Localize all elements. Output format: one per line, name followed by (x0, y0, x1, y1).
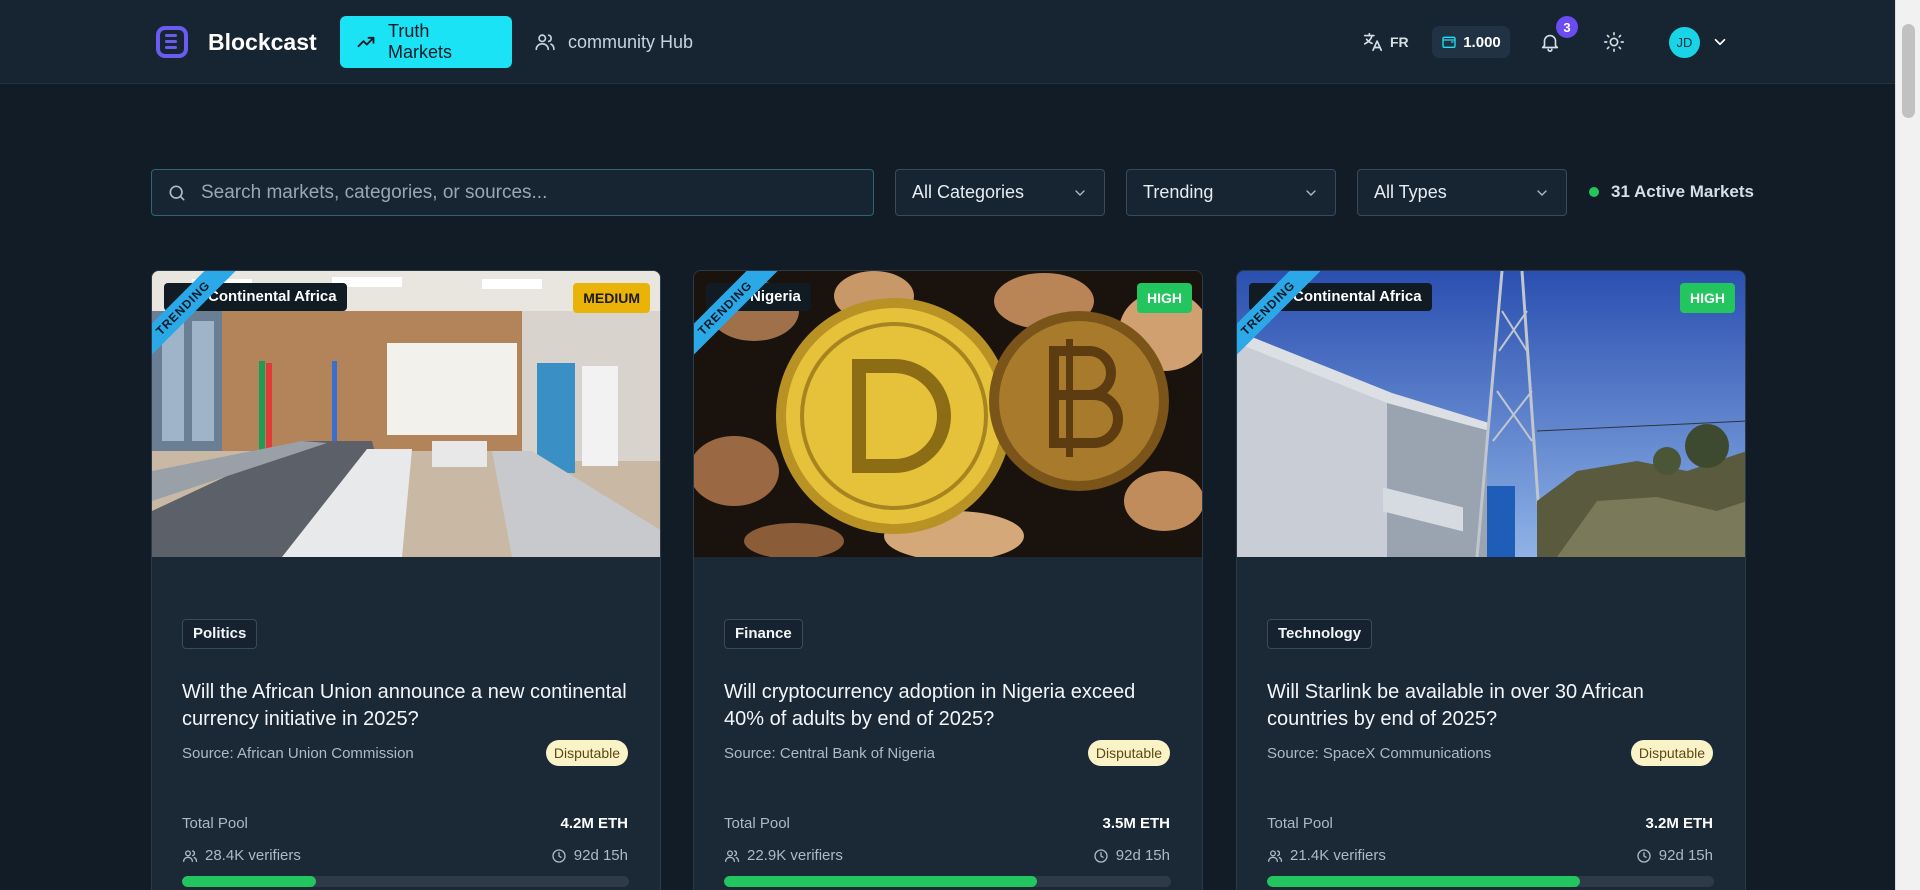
scrollbar-thumb[interactable] (1902, 24, 1915, 118)
clock-icon (1094, 848, 1108, 863)
pool-progress-bar (182, 876, 629, 887)
live-status-dot (1589, 187, 1599, 197)
market-card[interactable]: Nigeria TRENDING HIGH Finance Will crypt… (693, 270, 1203, 890)
clock-icon (1637, 848, 1651, 863)
time-remaining-text: 92d 15h (1658, 847, 1713, 864)
disputable-badge: Disputable (1630, 740, 1713, 766)
market-search-box[interactable] (151, 169, 874, 216)
users-icon (1268, 849, 1283, 862)
blockcast-logo-icon[interactable] (156, 26, 188, 58)
language-label: FR (1390, 34, 1409, 50)
total-pool-label: Total Pool (182, 815, 248, 832)
risk-level-badge: HIGH (1137, 283, 1192, 313)
pool-progress-bar (724, 876, 1171, 887)
market-source: Source: Central Bank of Nigeria (724, 745, 935, 762)
trending-up-icon (357, 36, 375, 48)
total-pool-value: 4.2M ETH (560, 815, 628, 832)
active-markets-count: 31 Active Markets (1611, 182, 1755, 201)
market-search-input[interactable] (201, 181, 873, 204)
pool-progress-fill (1267, 876, 1580, 887)
category-select[interactable]: All Categories (895, 169, 1105, 216)
crypto-coins-photo (694, 271, 1202, 557)
chevron-down-icon (1306, 189, 1316, 196)
pool-progress-fill (182, 876, 317, 887)
users-icon (183, 849, 198, 862)
chevron-down-icon (1537, 189, 1547, 196)
user-menu-dropdown[interactable] (1710, 32, 1730, 52)
chevron-down-icon (1714, 38, 1726, 46)
pool-progress-bar (1267, 876, 1714, 887)
market-image-telecom-tower: Continental Africa TRENDING HIGH (1237, 271, 1745, 557)
disputable-badge: Disputable (1087, 740, 1170, 766)
bell-icon (1541, 34, 1559, 52)
type-select-value: All Types (1374, 182, 1447, 202)
market-question-title[interactable]: Will the African Union announce a new co… (182, 679, 637, 733)
wallet-balance-button[interactable]: 1.000 (1432, 26, 1510, 58)
market-question-title[interactable]: Will cryptocurrency adoption in Nigeria … (724, 679, 1179, 733)
total-pool-label: Total Pool (1267, 815, 1333, 832)
market-image-conference-room: Continental Africa TRENDING MEDIUM (152, 271, 660, 557)
sun-icon (1604, 32, 1624, 52)
users-icon (535, 34, 555, 51)
search-icon (169, 185, 185, 200)
wallet-icon (1442, 36, 1456, 48)
user-avatar[interactable]: JD (1669, 27, 1700, 58)
nav-truth-markets-button[interactable]: Truth Markets (340, 16, 512, 68)
language-switcher[interactable]: FR (1362, 28, 1409, 56)
verifiers-count-text: 21.4K verifiers (1290, 847, 1386, 864)
risk-level-badge: HIGH (1680, 283, 1735, 313)
verifiers-count-text: 28.4K verifiers (205, 847, 301, 864)
nav-truth-markets-label: Truth Markets (388, 21, 453, 62)
telecom-tower-photo (1237, 271, 1745, 557)
category-select-value: All Categories (912, 182, 1025, 202)
disputable-badge: Disputable (545, 740, 628, 766)
market-category-tag[interactable]: Technology (1267, 619, 1373, 649)
total-pool-value: 3.2M ETH (1645, 815, 1713, 832)
time-remaining-text: 92d 15h (573, 847, 628, 864)
sort-select-value: Trending (1143, 182, 1214, 202)
time-remaining: 92d 15h (1093, 847, 1170, 864)
total-pool-label: Total Pool (724, 815, 790, 832)
time-remaining: 92d 15h (551, 847, 628, 864)
translate-icon (1363, 32, 1383, 52)
market-card[interactable]: Continental Africa TRENDING HIGH Technol… (1236, 270, 1746, 890)
market-card[interactable]: Continental Africa TRENDING MEDIUM Polit… (151, 270, 661, 890)
verifiers-count: 28.4K verifiers (182, 847, 301, 864)
users-icon (725, 849, 740, 862)
top-navigation-bar: Blockcast Truth Markets community Hub FR… (0, 0, 1895, 84)
brand-name[interactable]: Blockcast (208, 29, 317, 56)
sort-select[interactable]: Trending (1126, 169, 1336, 216)
market-source: Source: African Union Commission (182, 745, 414, 762)
verifiers-count: 21.4K verifiers (1267, 847, 1386, 864)
wallet-balance-value: 1.000 (1463, 33, 1501, 51)
pool-progress-fill (724, 876, 1037, 887)
conference-room-photo (152, 271, 660, 557)
page-scrollbar[interactable] (1895, 0, 1920, 890)
notification-count-badge: 3 (1556, 16, 1578, 38)
market-question-title[interactable]: Will Starlink be available in over 30 Af… (1267, 679, 1722, 733)
verifiers-count-text: 22.9K verifiers (747, 847, 843, 864)
theme-toggle-button[interactable] (1600, 28, 1628, 56)
nav-community-hub-button[interactable]: community Hub (518, 16, 718, 68)
verifiers-count: 22.9K verifiers (724, 847, 843, 864)
market-source: Source: SpaceX Communications (1267, 745, 1492, 762)
time-remaining: 92d 15h (1636, 847, 1713, 864)
active-markets-indicator: 31 Active Markets (1589, 182, 1754, 202)
risk-level-badge: MEDIUM (573, 283, 650, 313)
total-pool-value: 3.5M ETH (1102, 815, 1170, 832)
market-category-tag[interactable]: Finance (724, 619, 803, 649)
clock-icon (552, 848, 566, 863)
chevron-down-icon (1075, 189, 1085, 196)
market-category-tag[interactable]: Politics (182, 619, 258, 649)
type-select[interactable]: All Types (1357, 169, 1567, 216)
market-image-crypto-coins: Nigeria TRENDING HIGH (694, 271, 1202, 557)
time-remaining-text: 92d 15h (1115, 847, 1170, 864)
nav-community-hub-label: community Hub (568, 31, 694, 52)
